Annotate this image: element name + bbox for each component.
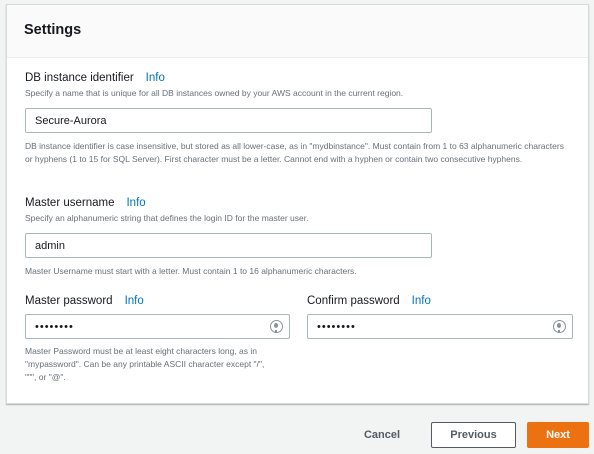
settings-title: Settings — [24, 22, 82, 38]
master-password-field: Master password Info Master Password mus… — [25, 295, 290, 384]
master-password-wrapper — [25, 314, 290, 339]
eye-icon[interactable] — [553, 320, 566, 333]
master-username-label: Master username — [25, 197, 115, 209]
master-password-input[interactable] — [25, 314, 290, 339]
eye-icon[interactable] — [270, 320, 283, 333]
master-username-input[interactable] — [25, 233, 432, 258]
db-identifier-info-link[interactable]: Info — [146, 72, 165, 84]
previous-button[interactable]: Previous — [431, 422, 516, 448]
master-password-label: Master password — [25, 295, 113, 307]
next-button[interactable]: Next — [527, 422, 589, 448]
db-identifier-field: DB instance identifier Info Specify a na… — [25, 72, 575, 166]
db-identifier-input[interactable] — [25, 108, 432, 133]
db-identifier-label: DB instance identifier — [25, 72, 134, 84]
master-username-hint: Master Username must start with a letter… — [25, 266, 357, 276]
confirm-password-input[interactable] — [307, 314, 573, 339]
confirm-password-info-link[interactable]: Info — [412, 295, 431, 307]
master-password-hint: Master Password must be at least eight c… — [25, 346, 265, 382]
cancel-button[interactable]: Cancel — [352, 422, 412, 448]
master-username-field: Master username Info Specify an alphanum… — [25, 197, 575, 278]
db-identifier-hint: DB instance identifier is case insensiti… — [25, 141, 564, 164]
master-username-description: Specify an alphanumeric string that defi… — [25, 213, 309, 223]
settings-header: Settings — [7, 5, 588, 58]
master-password-info-link[interactable]: Info — [125, 295, 144, 307]
master-username-info-link[interactable]: Info — [126, 197, 145, 209]
db-identifier-description: Specify a name that is unique for all DB… — [25, 88, 404, 98]
confirm-password-field: Confirm password Info — [307, 295, 573, 339]
confirm-password-label: Confirm password — [307, 295, 400, 307]
confirm-password-wrapper — [307, 314, 573, 339]
settings-panel: Settings DB instance identifier Info Spe… — [6, 4, 589, 404]
